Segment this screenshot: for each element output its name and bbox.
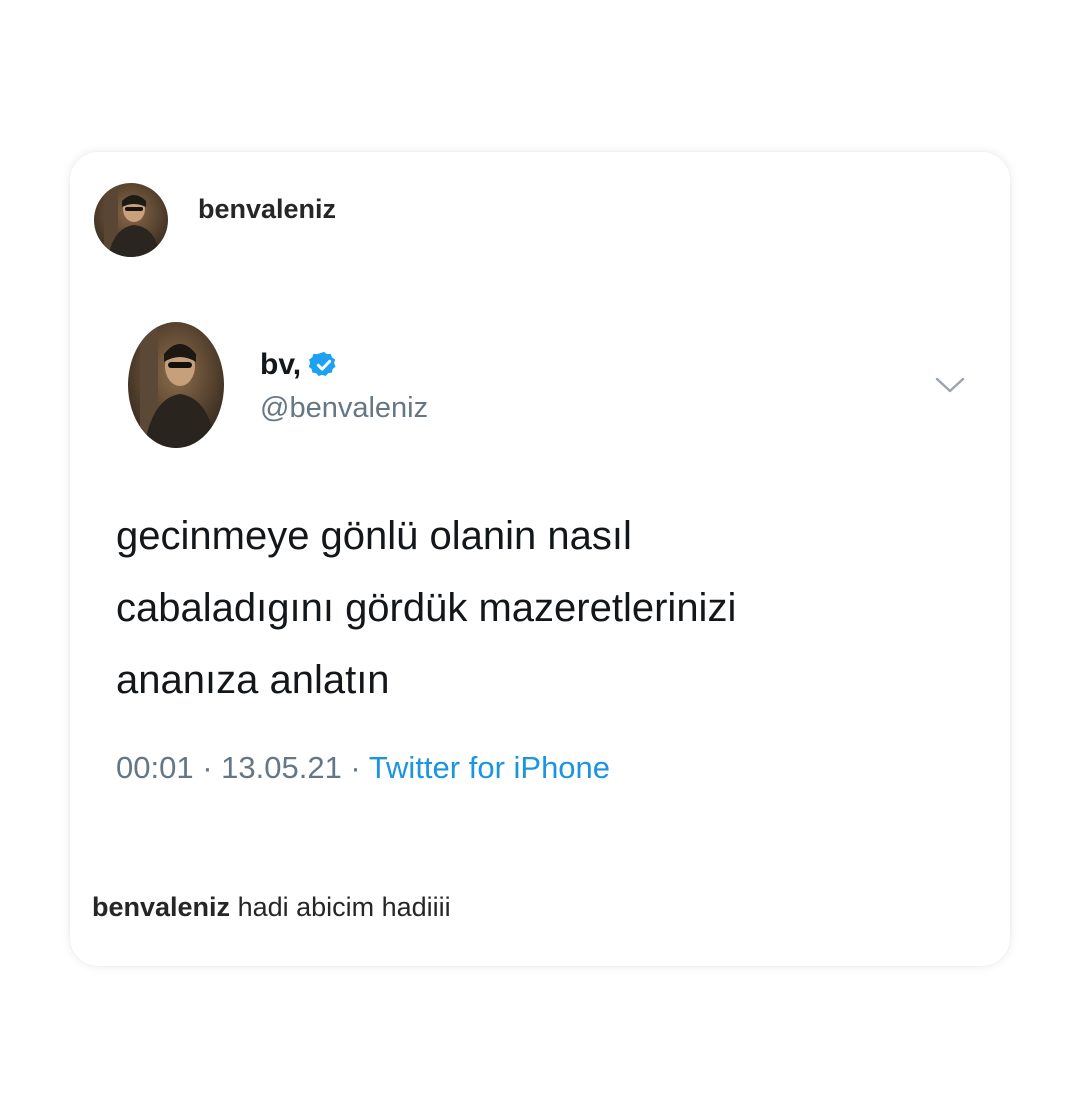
tweet-handle[interactable]: @benvaleniz — [260, 392, 428, 425]
tweet-display-name-row[interactable]: bv, — [260, 348, 339, 382]
avatar-photo — [94, 183, 168, 257]
tweet-date[interactable]: 13.05.21 — [221, 750, 342, 785]
tweet-display-name[interactable]: bv, — [260, 348, 301, 382]
post-card: benvaleniz bv, @benvaleniz gecinmeye gön… — [70, 152, 1010, 966]
post-avatar[interactable] — [94, 183, 168, 257]
tweet-text-line: ananıza anlatın — [116, 658, 390, 702]
chevron-down-icon[interactable] — [934, 374, 966, 396]
tweet-time[interactable]: 00:01 — [116, 750, 194, 785]
post-caption: benvaleniz hadi abicim hadiiii — [92, 892, 451, 923]
avatar-photo — [128, 322, 224, 448]
verified-badge-icon — [308, 350, 339, 380]
meta-separator: · — [341, 750, 369, 785]
tweet-avatar[interactable] — [128, 322, 224, 448]
caption-username[interactable]: benvaleniz — [92, 892, 230, 922]
tweet-text-line: gecinmeye gönlü olanin nasıl — [116, 514, 632, 558]
tweet-meta: 00:01 · 13.05.21 · Twitter for iPhone — [116, 750, 610, 786]
tweet-text-line: cabaladıgını gördük mazeretlerinizi — [116, 586, 737, 630]
post-username[interactable]: benvaleniz — [198, 194, 336, 225]
tweet-source-link[interactable]: Twitter for iPhone — [369, 750, 610, 785]
caption-text: hadi abicim hadiiii — [237, 892, 451, 922]
screenshot-page: benvaleniz bv, @benvaleniz gecinmeye gön… — [0, 0, 1080, 1099]
meta-separator: · — [193, 750, 222, 785]
tweet-text: gecinmeye gönlü olanin nasıl cabaladıgın… — [116, 500, 956, 716]
